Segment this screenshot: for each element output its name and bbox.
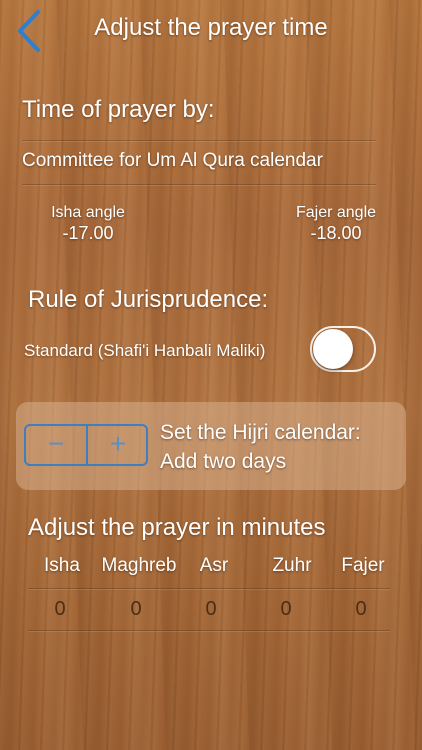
divider [28, 588, 390, 589]
divider [28, 630, 390, 631]
toggle-knob [313, 329, 353, 369]
divider [22, 140, 376, 141]
prayer-method-heading: Time of prayer by: [22, 96, 215, 123]
jurisprudence-heading: Rule of Jurisprudence: [28, 286, 269, 313]
divider [22, 184, 376, 185]
hijri-text: Set the Hijri calendar: Add two days [160, 418, 361, 476]
isha-angle-value: -17.00 [62, 223, 114, 243]
maghreb-minutes-field[interactable]: 0 [100, 598, 172, 621]
asr-minutes-field[interactable]: 0 [175, 598, 247, 621]
fajer-angle-label: Fajer angle [295, 204, 377, 221]
calculation-method-item[interactable]: Committee for Um Al Qura calendar [22, 150, 323, 172]
hijri-setting-value: Add two days [160, 450, 287, 473]
column-header-fajer: Fajer [341, 555, 385, 576]
hijri-setting-label: Set the Hijri calendar: [160, 421, 361, 444]
jurisprudence-toggle[interactable] [310, 326, 376, 372]
fajer-angle-value: -18.00 [310, 223, 362, 243]
column-header-maghreb: Maghreb [101, 555, 177, 576]
hijri-day-stepper[interactable]: − + [24, 424, 148, 466]
increment-button[interactable]: + [88, 426, 148, 464]
column-header-asr: Asr [199, 555, 229, 576]
page-title: Adjust the prayer time [94, 14, 328, 41]
isha-angle: Isha angle -17.00 [28, 202, 148, 244]
fajer-minutes-field[interactable]: 0 [325, 598, 397, 621]
jurisprudence-label: Standard (Shafi'i Hanbali Maliki) [24, 341, 266, 360]
isha-minutes-field[interactable]: 0 [24, 598, 96, 621]
isha-angle-label: Isha angle [51, 204, 125, 221]
decrement-button[interactable]: − [26, 426, 86, 464]
fajer-angle: Fajer angle -18.00 [276, 202, 396, 244]
zuhr-minutes-field[interactable]: 0 [250, 598, 322, 621]
adjust-minutes-heading: Adjust the prayer in minutes [28, 514, 326, 541]
column-header-isha: Isha [44, 555, 80, 576]
column-header-zuhr: Zuhr [272, 555, 312, 576]
